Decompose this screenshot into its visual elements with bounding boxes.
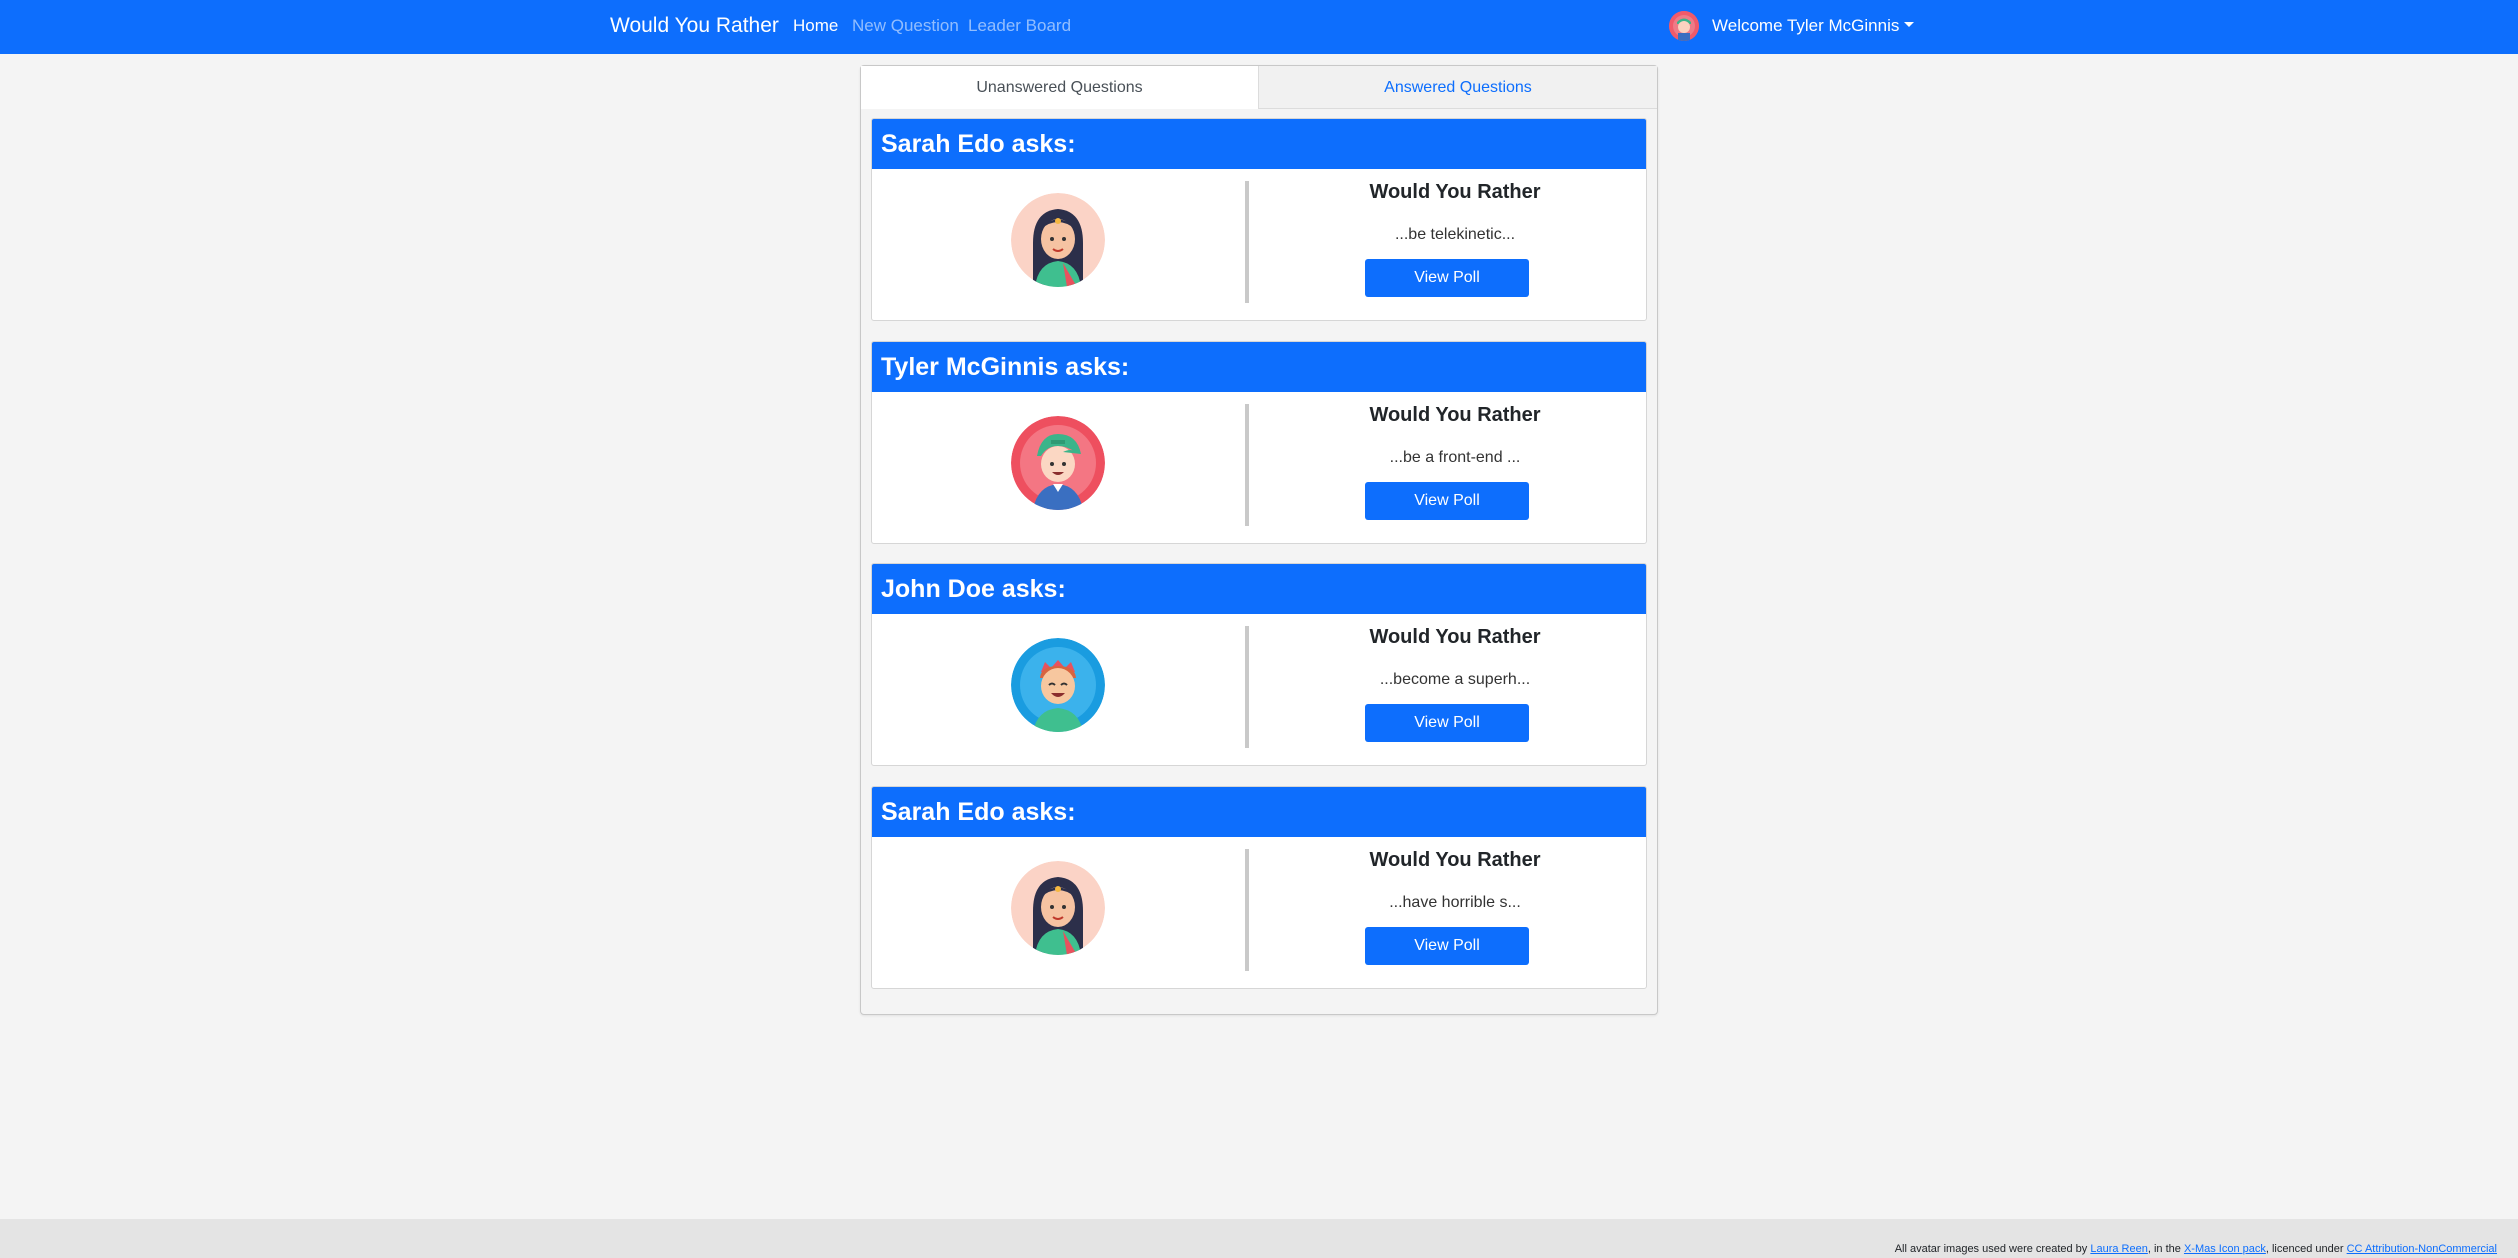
question-card: Sarah Edo asks: Would You Rather ...have… — [871, 786, 1647, 989]
credits-prefix: All avatar images used were created by — [1894, 1243, 2088, 1255]
credits-licence-link[interactable]: CC Attribution-NonCommercial — [2347, 1243, 2497, 1255]
wyr-title: Would You Rather — [1369, 404, 1541, 426]
woman-avatar-icon — [1011, 193, 1105, 287]
question-author: Sarah Edo asks: — [872, 119, 1646, 169]
card-divider — [1245, 626, 1249, 748]
nav-home[interactable]: Home — [793, 15, 838, 37]
nav-new-question[interactable]: New Question — [852, 15, 959, 37]
question-author: John Doe asks: — [872, 564, 1646, 614]
woman-avatar-icon — [1011, 861, 1105, 955]
user-avatar-icon[interactable] — [1669, 11, 1699, 41]
tab-answered[interactable]: Answered Questions — [1259, 66, 1657, 109]
question-tabs: Unanswered Questions Answered Questions — [861, 66, 1657, 109]
wyr-title: Would You Rather — [1369, 849, 1541, 871]
card-divider — [1245, 849, 1249, 971]
brand-logo[interactable]: Would You Rather — [610, 12, 779, 40]
footer: All avatar images used were created by L… — [0, 1219, 2518, 1258]
credits-author-link[interactable]: Laura Reen — [2090, 1243, 2148, 1255]
view-poll-button[interactable]: View Poll — [1365, 927, 1529, 965]
question-option-preview: ...have horrible s... — [1389, 894, 1521, 911]
nav-leader-board[interactable]: Leader Board — [968, 15, 1071, 37]
top-navbar: Would You Rather Home New Question Leade… — [0, 0, 2518, 54]
credits-licence-text: , licenced under — [2265, 1243, 2344, 1255]
caret-down-icon — [1904, 22, 1915, 27]
question-card: Tyler McGinnis asks: Would You Rather ..… — [871, 341, 1647, 544]
user-menu-dropdown[interactable]: Welcome Tyler McGinnis — [1712, 15, 1915, 37]
question-author: Sarah Edo asks: — [872, 787, 1646, 837]
view-poll-button[interactable]: View Poll — [1365, 259, 1529, 297]
avatar-credits: All avatar images used were created by L… — [1895, 1242, 2497, 1256]
view-poll-button[interactable]: View Poll — [1365, 482, 1529, 520]
boy-crown-avatar-icon — [1011, 638, 1105, 732]
question-option-preview: ...become a superh... — [1379, 671, 1531, 688]
credits-middle: , in the — [2147, 1243, 2181, 1255]
wyr-title: Would You Rather — [1369, 626, 1541, 648]
user-greeting: Welcome Tyler McGinnis — [1712, 16, 1900, 35]
tab-unanswered[interactable]: Unanswered Questions — [861, 66, 1259, 109]
question-author: Tyler McGinnis asks: — [872, 342, 1646, 392]
questions-panel: Unanswered Questions Answered Questions … — [860, 65, 1658, 1015]
question-option-preview: ...be a front-end ... — [1389, 449, 1521, 466]
question-option-preview: ...be telekinetic... — [1394, 226, 1516, 243]
credits-pack-link[interactable]: X-Mas Icon pack — [2184, 1243, 2266, 1255]
card-divider — [1245, 181, 1249, 303]
wyr-title: Would You Rather — [1369, 181, 1541, 203]
question-card: Sarah Edo asks: Would You Rather ...be t… — [871, 118, 1647, 321]
question-card: John Doe asks: Would You Rather ...becom… — [871, 563, 1647, 766]
card-divider — [1245, 404, 1249, 526]
view-poll-button[interactable]: View Poll — [1365, 704, 1529, 742]
boy-cap-avatar-icon — [1011, 416, 1105, 510]
